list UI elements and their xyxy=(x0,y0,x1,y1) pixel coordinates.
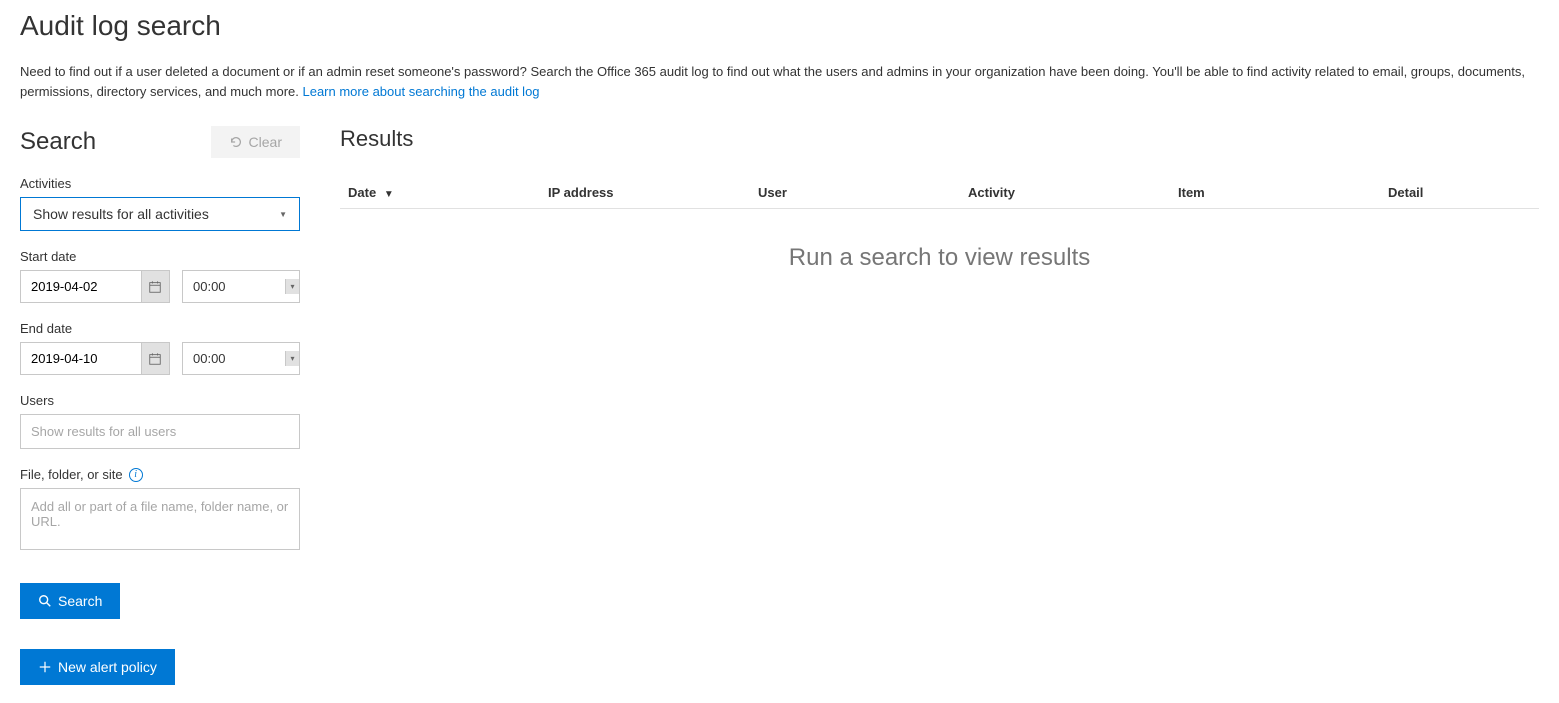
results-empty-message: Run a search to view results xyxy=(340,209,1539,272)
plus-icon xyxy=(38,660,52,674)
end-time-value: 00:00 xyxy=(193,351,226,366)
search-button[interactable]: Search xyxy=(20,583,120,619)
new-alert-button-label: New alert policy xyxy=(58,659,157,675)
start-time-value: 00:00 xyxy=(193,279,226,294)
column-date[interactable]: Date ▼ xyxy=(340,177,540,209)
calendar-icon xyxy=(148,280,162,294)
users-label: Users xyxy=(20,393,300,408)
info-icon[interactable]: i xyxy=(129,468,143,482)
end-time-select[interactable]: 00:00 ▾ xyxy=(182,342,300,375)
sort-descending-icon: ▼ xyxy=(384,189,394,200)
column-activity[interactable]: Activity xyxy=(960,177,1170,209)
search-panel: Search Clear Activities Show results for… xyxy=(20,126,300,685)
search-button-label: Search xyxy=(58,593,102,609)
file-label-text: File, folder, or site xyxy=(20,467,123,482)
description-text: Need to find out if a user deleted a doc… xyxy=(20,64,1525,99)
activities-selected-value: Show results for all activities xyxy=(33,206,209,222)
users-input[interactable] xyxy=(20,414,300,449)
start-date-calendar-button[interactable] xyxy=(141,271,169,302)
learn-more-link[interactable]: Learn more about searching the audit log xyxy=(302,84,539,99)
column-date-label: Date xyxy=(348,185,376,200)
page-description: Need to find out if a user deleted a doc… xyxy=(20,62,1539,101)
chevron-down-icon: ▼ xyxy=(279,210,287,219)
end-date-input[interactable] xyxy=(21,343,141,374)
start-date-label: Start date xyxy=(20,249,300,264)
clear-label: Clear xyxy=(249,134,282,150)
results-panel: Results Date ▼ IP address User Activity … xyxy=(340,126,1539,685)
page-title: Audit log search xyxy=(20,10,1539,42)
start-time-select[interactable]: 00:00 ▾ xyxy=(182,270,300,303)
results-table: Date ▼ IP address User Activity Item Det… xyxy=(340,177,1539,209)
results-title: Results xyxy=(340,126,1539,152)
search-icon xyxy=(38,594,52,608)
end-date-calendar-button[interactable] xyxy=(141,343,169,374)
column-detail[interactable]: Detail xyxy=(1380,177,1539,209)
chevron-down-icon: ▾ xyxy=(285,351,299,366)
new-alert-policy-button[interactable]: New alert policy xyxy=(20,649,175,685)
file-textarea[interactable] xyxy=(20,488,300,550)
column-user[interactable]: User xyxy=(750,177,960,209)
chevron-down-icon: ▾ xyxy=(285,279,299,294)
calendar-icon xyxy=(148,352,162,366)
column-item[interactable]: Item xyxy=(1170,177,1380,209)
column-ip[interactable]: IP address xyxy=(540,177,750,209)
start-date-input[interactable] xyxy=(21,271,141,302)
undo-icon xyxy=(229,135,243,149)
activities-label: Activities xyxy=(20,176,300,191)
clear-button[interactable]: Clear xyxy=(211,126,300,158)
file-label: File, folder, or site i xyxy=(20,467,300,482)
end-date-label: End date xyxy=(20,321,300,336)
search-title: Search xyxy=(20,128,96,156)
activities-select[interactable]: Show results for all activities ▼ xyxy=(20,197,300,231)
